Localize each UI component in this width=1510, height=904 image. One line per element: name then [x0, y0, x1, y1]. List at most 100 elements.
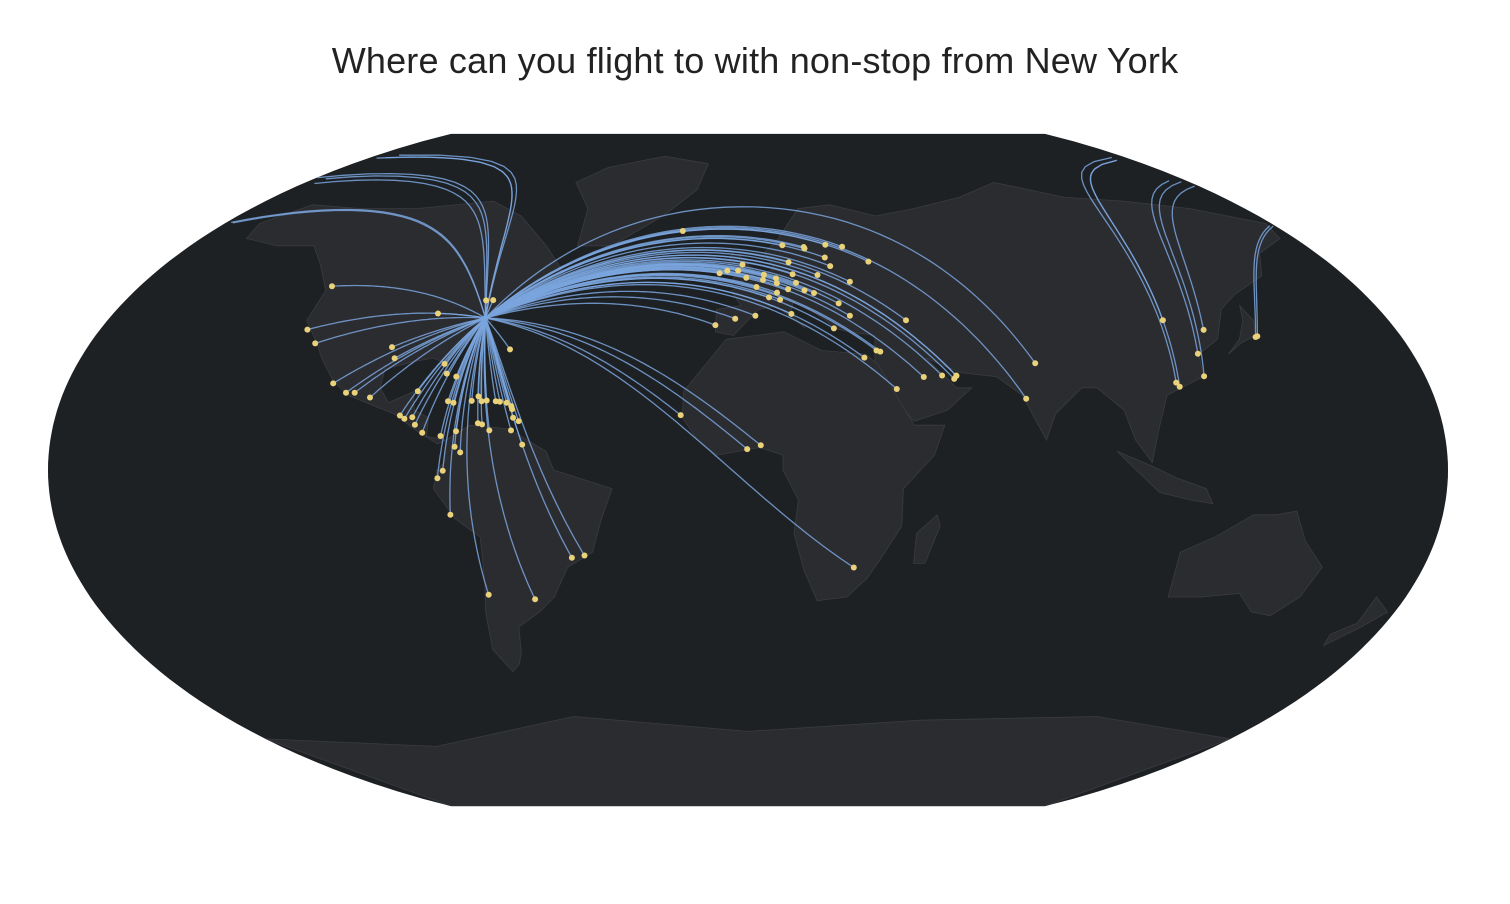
- destination-marker: [490, 297, 497, 304]
- destination-marker: [450, 399, 457, 406]
- destination-marker: [1200, 326, 1207, 333]
- destination-marker: [409, 414, 416, 421]
- destination-marker: [453, 428, 459, 435]
- destination-marker: [801, 245, 808, 252]
- destination-marker: [865, 258, 872, 265]
- destination-marker: [330, 380, 337, 387]
- destination-marker: [861, 354, 868, 361]
- destination-marker: [920, 374, 927, 380]
- destination-marker: [475, 393, 482, 400]
- destination-marker: [510, 414, 517, 421]
- destination-marker: [468, 397, 475, 404]
- destination-marker: [757, 442, 764, 449]
- destination-marker: [1201, 373, 1208, 380]
- destination-marker: [839, 243, 846, 250]
- destination-marker: [789, 271, 796, 278]
- destination-marker: [434, 475, 441, 482]
- destination-marker: [391, 355, 398, 362]
- destination-marker: [716, 270, 723, 277]
- destination-marker: [760, 276, 766, 283]
- destination-marker: [435, 310, 441, 317]
- destination-marker: [453, 373, 460, 380]
- destination-marker: [483, 297, 490, 304]
- destination-marker: [753, 284, 760, 290]
- destination-marker: [893, 386, 900, 392]
- destination-marker: [903, 317, 909, 324]
- destination-marker: [712, 322, 719, 329]
- destination-marker: [785, 286, 792, 293]
- destination-marker: [343, 389, 349, 396]
- destination-marker: [519, 441, 526, 448]
- destination-marker: [785, 259, 792, 266]
- destination-marker: [773, 275, 779, 282]
- destination-marker: [532, 596, 539, 603]
- destination-marker: [509, 406, 516, 413]
- destination-marker: [515, 418, 522, 425]
- destination-marker: [496, 398, 503, 405]
- destination-marker: [830, 325, 837, 332]
- destination-marker: [1176, 383, 1183, 390]
- destination-marker: [877, 348, 884, 355]
- destination-marker: [312, 340, 319, 347]
- destination-marker: [811, 290, 817, 296]
- destination-marker: [1032, 360, 1039, 367]
- destination-marker: [743, 274, 750, 281]
- destination-marker: [677, 412, 684, 419]
- destination-marker: [508, 427, 514, 434]
- destination-marker: [752, 312, 759, 319]
- destination-marker: [835, 300, 842, 307]
- destination-marker: [953, 372, 960, 379]
- destination-marker: [679, 228, 686, 234]
- destination-marker: [507, 346, 513, 353]
- destination-marker: [451, 443, 458, 450]
- destination-marker: [846, 312, 853, 319]
- destination-marker: [439, 467, 446, 474]
- destination-marker: [735, 267, 742, 274]
- destination-marker: [351, 389, 358, 396]
- destination-marker: [483, 397, 490, 404]
- destination-marker: [414, 388, 421, 395]
- destination-marker: [774, 289, 780, 296]
- destination-marker: [779, 242, 786, 249]
- destination-marker: [821, 254, 828, 261]
- destination-marker: [766, 294, 772, 301]
- destination-marker: [793, 279, 799, 286]
- destination-marker: [801, 287, 808, 294]
- destination-marker: [939, 372, 946, 379]
- destination-marker: [485, 591, 492, 598]
- world-route-map: [48, 133, 1448, 807]
- destination-marker: [443, 370, 450, 377]
- destination-marker: [304, 326, 311, 333]
- destination-marker: [441, 360, 448, 367]
- destination-marker: [447, 511, 454, 518]
- destination-marker: [367, 394, 373, 401]
- destination-marker: [822, 241, 829, 248]
- destination-marker: [568, 554, 575, 561]
- destination-marker: [814, 272, 821, 278]
- destination-marker: [788, 310, 795, 317]
- origin-marker-new-york: [482, 314, 489, 321]
- destination-marker: [777, 296, 784, 303]
- destination-marker: [479, 421, 486, 428]
- destination-marker: [760, 271, 767, 278]
- destination-marker: [329, 283, 335, 290]
- destination-marker: [389, 344, 395, 351]
- destination-marker: [581, 552, 588, 559]
- destination-marker: [1159, 317, 1166, 324]
- destination-marker: [1023, 395, 1030, 402]
- destination-marker: [419, 429, 426, 436]
- destination-marker: [724, 267, 731, 274]
- destination-marker: [744, 446, 751, 453]
- destination-marker: [846, 278, 853, 285]
- destination-marker: [437, 433, 444, 439]
- destination-marker: [732, 315, 739, 322]
- destination-marker: [1254, 333, 1261, 340]
- destination-marker: [850, 564, 857, 571]
- destination-marker: [486, 427, 493, 434]
- destination-marker: [827, 263, 834, 270]
- destination-marker: [411, 421, 418, 428]
- destination-marker: [401, 415, 408, 422]
- destination-marker: [445, 398, 451, 405]
- destination-marker: [457, 449, 464, 456]
- destination-marker: [1194, 350, 1201, 357]
